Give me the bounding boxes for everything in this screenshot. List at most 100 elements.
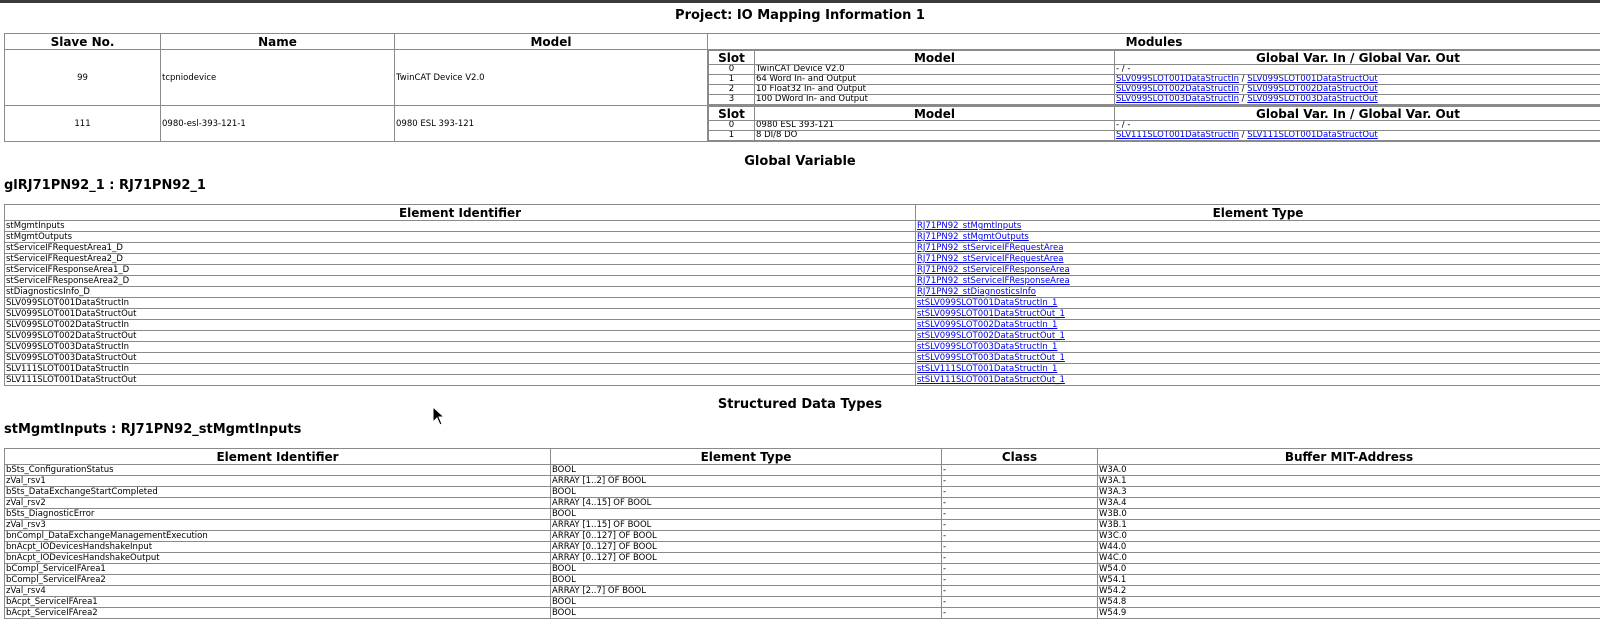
element-type-link[interactable]: stSLV099SLOT001DataStructOut_1 [917, 310, 1065, 319]
element-identifier: stServiceIFRequestArea2_D [4, 253, 916, 265]
element-type-link[interactable]: RJ71PN92_stMgmtInputs [917, 222, 1021, 231]
module-global-vars: SLV111SLOT001DataStructIn / SLV111SLOT00… [1114, 130, 1600, 141]
global-var-out-link[interactable]: SLV111SLOT001DataStructOut [1247, 132, 1378, 140]
st-class: - [941, 541, 1098, 553]
table-row: bnCompl_DataExchangeManagementExecution A… [4, 530, 1600, 542]
st-type: BOOL [550, 596, 942, 608]
table-row: SLV111SLOT001DataStructIn stSLV111SLOT001… [4, 363, 1600, 375]
element-type-link[interactable]: RJ71PN92_stDiagnosticsInfo [917, 288, 1036, 297]
st-class: - [941, 508, 1098, 520]
element-type: stSLV099SLOT001DataStructIn_1 [915, 297, 1600, 309]
element-type-link[interactable]: stSLV099SLOT001DataStructIn_1 [917, 299, 1057, 308]
table-row: stDiagnosticsInfo_D RJ71PN92_stDiagnostic… [4, 286, 1600, 298]
st-address: W4C.0 [1097, 552, 1600, 564]
element-type: RJ71PN92_stMgmtOutputs [915, 231, 1600, 243]
global-variable-heading: Global Variable [744, 154, 856, 169]
st-class: - [941, 563, 1098, 575]
global-var-out-link[interactable]: SLV099SLOT002DataStructOut [1247, 86, 1378, 94]
page-title: Project: IO Mapping Information 1 [675, 8, 925, 23]
table-row: bSts_DataExchangeStartCompleted BOOL - W3A.… [4, 486, 1600, 498]
module-row: 2 10 Float32 In- and Output SLV099SLOT002D… [708, 84, 1600, 95]
element-type-link[interactable]: RJ71PN92_stServiceIFResponseArea [917, 266, 1070, 275]
table-row: stServiceIFResponseArea2_D RJ71PN92_stSer… [4, 275, 1600, 287]
st-identifier: bCompl_ServiceIFArea2 [4, 574, 551, 586]
element-type-link[interactable]: stSLV099SLOT002DataStructOut_1 [917, 332, 1065, 341]
element-type-link[interactable]: stSLV099SLOT003DataStructIn_1 [917, 343, 1057, 352]
global-var-out-link[interactable]: SLV099SLOT003DataStructOut [1247, 96, 1378, 104]
element-type-link[interactable]: stSLV099SLOT002DataStructIn_1 [917, 321, 1057, 330]
global-var-in-link[interactable]: SLV099SLOT003DataStructIn [1116, 96, 1239, 104]
element-type-link[interactable]: stSLV111SLOT001DataStructOut_1 [917, 376, 1065, 385]
element-identifier: SLV099SLOT002DataStructIn [4, 319, 916, 331]
element-type-link[interactable]: stSLV099SLOT003DataStructOut_1 [917, 354, 1065, 363]
st-identifier: bAcpt_ServiceIFArea2 [4, 607, 551, 619]
element-type: stSLV099SLOT003DataStructOut_1 [915, 352, 1600, 364]
st-address: W3A.0 [1097, 464, 1600, 476]
st-address: W54.9 [1097, 607, 1600, 619]
st-type: ARRAY [1..15] OF BOOL [550, 519, 942, 531]
table-row: zVal_rsv4 ARRAY [2..7] OF BOOL - W54.2 [4, 585, 1600, 597]
element-type-link[interactable]: RJ71PN92_stServiceIFRequestArea [917, 255, 1063, 264]
modules-header-row: Slot Model Global Var. In / Global Var. Ou… [708, 106, 1600, 121]
st-address: W54.0 [1097, 563, 1600, 575]
table-row: SLV099SLOT002DataStructIn stSLV099SLOT002… [4, 319, 1600, 331]
module-model: 8 DI/8 DO [754, 130, 1115, 141]
slave-row: 111 0980-esl-393-121-1 0980 ESL 393-121 Slo… [4, 105, 1600, 142]
st-class: - [941, 486, 1098, 498]
element-type-link[interactable]: stSLV111SLOT001DataStructIn_1 [917, 365, 1057, 374]
element-identifier: SLV099SLOT001DataStructOut [4, 308, 916, 320]
module-slot: 0 [708, 64, 755, 75]
st-class: - [941, 519, 1098, 531]
module-slot: 3 [708, 94, 755, 105]
st-type: ARRAY [1..2] OF BOOL [550, 475, 942, 487]
st-type: ARRAY [0..127] OF BOOL [550, 552, 942, 564]
slave-row: 99 tcpniodevice TwinCAT Device V2.0 Slot Mod… [4, 49, 1600, 106]
structured-types-heading: Structured Data Types [717, 397, 883, 412]
modules-header-row: Slot Model Global Var. In / Global Var. Ou… [708, 50, 1600, 65]
element-identifier: stServiceIFResponseArea1_D [4, 264, 916, 276]
st-type: BOOL [550, 464, 942, 476]
element-identifier: stServiceIFResponseArea2_D [4, 275, 916, 287]
module-model: TwinCAT Device V2.0 [754, 64, 1115, 75]
module-model: 10 Float32 In- and Output [754, 84, 1115, 95]
st-address: W3B.1 [1097, 519, 1600, 531]
global-var-in-link[interactable]: SLV111SLOT001DataStructIn [1116, 132, 1239, 140]
table-row: bCompl_ServiceIFArea2 BOOL - W54.1 [4, 574, 1600, 586]
element-identifier: SLV099SLOT002DataStructOut [4, 330, 916, 342]
table-row: stServiceIFRequestArea1_D RJ71PN92_stServ… [4, 242, 1600, 254]
header-element-type: Element Type [915, 204, 1600, 221]
module-global-vars: - / - [1114, 64, 1600, 75]
st-address: W54.8 [1097, 596, 1600, 608]
st-identifier: bAcpt_ServiceIFArea1 [4, 596, 551, 608]
slave-model: 0980 ESL 393-121 [394, 105, 708, 142]
global-var-in-link[interactable]: SLV099SLOT002DataStructIn [1116, 86, 1239, 94]
st-identifier: bCompl_ServiceIFArea1 [4, 563, 551, 575]
element-type-link[interactable]: RJ71PN92_stServiceIFRequestArea [917, 244, 1063, 253]
element-type-link[interactable]: RJ71PN92_stServiceIFResponseArea [917, 277, 1070, 286]
st-identifier: zVal_rsv2 [4, 497, 551, 509]
st-identifier: bSts_DataExchangeStartCompleted [4, 486, 551, 498]
st-type: BOOL [550, 508, 942, 520]
module-row: 1 64 Word In- and Output SLV099SLOT001Data… [708, 74, 1600, 85]
element-identifier: stMgmtOutputs [4, 231, 916, 243]
module-slot: 1 [708, 130, 755, 141]
module-global-vars: SLV099SLOT003DataStructIn / SLV099SLOT00… [1114, 94, 1600, 105]
element-identifier: SLV111SLOT001DataStructOut [4, 374, 916, 386]
st-address: W3A.3 [1097, 486, 1600, 498]
table-row: SLV099SLOT001DataStructOut stSLV099SLOT00… [4, 308, 1600, 320]
element-type-link[interactable]: RJ71PN92_stMgmtOutputs [917, 233, 1029, 242]
st-identifier: bnAcpt_IODevicesHandshakeOutput [4, 552, 551, 564]
element-identifier: SLV111SLOT001DataStructIn [4, 363, 916, 375]
module-model: 100 DWord In- and Output [754, 94, 1115, 105]
global-variable-table: Element Identifier Element Type stMgmtIn… [4, 204, 1600, 386]
table-row: SLV099SLOT003DataStructOut stSLV099SLOT00… [4, 352, 1600, 364]
element-type: RJ71PN92_stServiceIFResponseArea [915, 264, 1600, 276]
table-row: stServiceIFRequestArea2_D RJ71PN92_stServ… [4, 253, 1600, 265]
global-var-in-link[interactable]: SLV099SLOT001DataStructIn [1116, 76, 1239, 84]
element-type: RJ71PN92_stServiceIFResponseArea [915, 275, 1600, 287]
st-class: - [941, 596, 1098, 608]
global-var-out-link[interactable]: SLV099SLOT001DataStructOut [1247, 76, 1378, 84]
element-identifier: SLV099SLOT001DataStructIn [4, 297, 916, 309]
modules-header-model: Model [754, 50, 1115, 65]
table-row: bAcpt_ServiceIFArea1 BOOL - W54.8 [4, 596, 1600, 608]
